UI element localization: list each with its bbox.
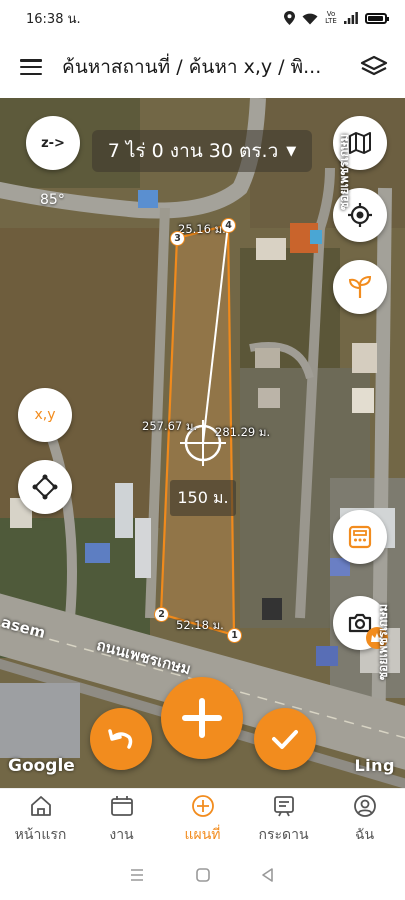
nav-label: แผนที่: [184, 826, 221, 843]
side-road-label: ซอยเพชรเกษม: [376, 603, 390, 680]
chevron-down-icon: ▼: [286, 143, 297, 159]
vertex-marker[interactable]: 3: [170, 231, 185, 246]
calculator-icon: [348, 525, 372, 549]
status-bar: 16:38 น. Vo LTE: [0, 0, 405, 36]
nav-item-profile[interactable]: ฉัน: [324, 789, 405, 850]
calculator-button[interactable]: [333, 510, 387, 564]
signal-icon: [344, 12, 358, 24]
segment-label-left: 257.67 ม.: [142, 419, 198, 433]
confirm-button[interactable]: [254, 708, 316, 770]
home-system-icon[interactable]: [195, 867, 211, 883]
xy-button-label: x,y: [34, 407, 56, 423]
segment-label-right: 281.29 ม.: [215, 425, 271, 439]
nav-label: งาน: [109, 826, 134, 843]
undo-button[interactable]: [90, 708, 152, 770]
xy-button[interactable]: x,y: [18, 388, 72, 442]
area-text: 7 ไร่ 0 งาน 30 ตร.ว: [107, 140, 279, 162]
layers-icon[interactable]: [359, 52, 389, 82]
compass-button[interactable]: z->: [26, 116, 80, 170]
google-logo: Google: [8, 756, 75, 776]
board-icon: [273, 795, 294, 816]
vertex-marker[interactable]: 2: [154, 607, 169, 622]
add-point-button[interactable]: [161, 677, 243, 759]
nav-item-map[interactable]: แผนที่: [162, 789, 243, 850]
undo-icon: [108, 729, 133, 749]
nav-item-board[interactable]: กระดาน: [243, 789, 324, 850]
sprout-icon: [348, 275, 372, 298]
distance-readout: 150 ม.: [170, 480, 236, 516]
polygon-tool-button[interactable]: [18, 460, 72, 514]
wifi-icon: [302, 13, 318, 24]
nav-item-tasks[interactable]: งาน: [81, 789, 162, 850]
map-plus-icon: [191, 794, 214, 817]
nav-label: ฉัน: [354, 826, 375, 843]
status-icons: Vo LTE: [284, 10, 389, 25]
battery-icon: [365, 12, 389, 24]
profile-icon: [353, 794, 376, 817]
plant-button[interactable]: [333, 260, 387, 314]
ling-logo: Ling: [354, 756, 395, 775]
area-summary[interactable]: 7 ไร่ 0 งาน 30 ตร.ว ▼: [92, 130, 312, 172]
check-icon: [272, 730, 298, 749]
compass-angle: 85°: [40, 192, 65, 208]
bottom-nav: หน้าแรก งาน แผนที่ กระดาน ฉัน: [0, 788, 405, 850]
recents-icon[interactable]: [129, 868, 145, 882]
location-icon: [284, 11, 295, 25]
segment-label-top: 25.16 ม.: [178, 222, 226, 236]
system-nav: [0, 850, 405, 900]
vertex-marker[interactable]: 4: [221, 218, 236, 233]
map-view[interactable]: 7 ไร่ 0 งาน 30 ตร.ว ▼ z-> 85° x,y 25.16 …: [0, 98, 405, 788]
plus-icon: [182, 698, 222, 738]
home-icon: [30, 795, 51, 816]
vertex-marker[interactable]: 1: [227, 628, 242, 643]
compass-button-label: z->: [41, 135, 65, 151]
network-label: Vo LTE: [325, 10, 337, 25]
status-time: 16:38 น.: [26, 11, 81, 27]
app-bar: ค้นหาสถานที่ / ค้นหา x,y / พิ...: [0, 36, 405, 98]
menu-icon[interactable]: [20, 59, 42, 75]
side-road-label: ซอยเพชรเกษม: [337, 133, 351, 210]
nav-label: หน้าแรก: [14, 826, 67, 843]
calendar-icon: [110, 795, 133, 816]
nav-label: กระดาน: [258, 826, 309, 843]
segment-label-bottom: 52.18 ม.: [176, 618, 224, 632]
page-title[interactable]: ค้นหาสถานที่ / ค้นหา x,y / พิ...: [62, 52, 349, 82]
nav-item-home[interactable]: หน้าแรก: [0, 789, 81, 850]
polygon-icon: [32, 474, 58, 500]
back-icon[interactable]: [260, 867, 276, 883]
